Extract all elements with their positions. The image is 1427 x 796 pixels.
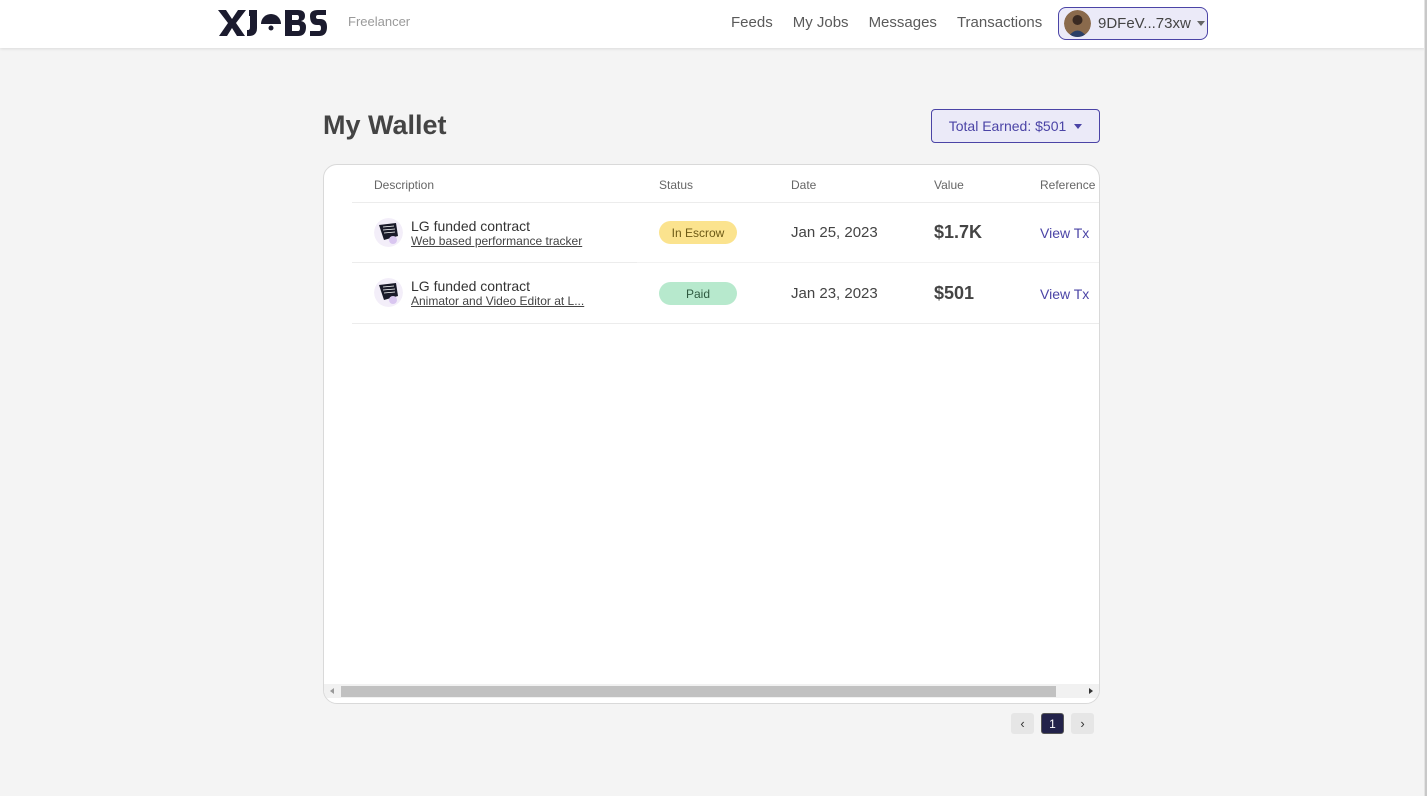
column-header-reference: Reference: [1040, 178, 1096, 192]
nav-feeds[interactable]: Feeds: [731, 14, 773, 31]
nav-my-jobs[interactable]: My Jobs: [793, 14, 849, 31]
row-divider: [352, 323, 1099, 324]
wallet-transactions-table: Description Status Date Value Reference …: [323, 164, 1100, 704]
view-tx-link[interactable]: View Tx: [1040, 225, 1089, 241]
main-nav: Feeds My Jobs Messages Transactions: [731, 14, 1062, 31]
transaction-value: $501: [934, 283, 975, 303]
chevron-down-icon: [1196, 21, 1205, 26]
next-page-button[interactable]: ›: [1071, 713, 1094, 734]
transaction-value: $1.7K: [934, 222, 983, 242]
total-earned-label: Total Earned: $501: [948, 118, 1067, 134]
page-number-button[interactable]: 1: [1041, 713, 1064, 734]
scrollbar-thumb[interactable]: [341, 686, 1056, 697]
transaction-date: Jan 25, 2023: [791, 224, 878, 241]
column-header-status: Status: [659, 178, 694, 192]
contract-thumbnail: [374, 218, 403, 247]
previous-page-button[interactable]: ‹: [1011, 713, 1034, 734]
brand-subtitle: Freelancer: [348, 14, 411, 29]
user-avatar: [1064, 10, 1091, 37]
xjobs-logo-mark: [218, 10, 327, 36]
account-menu-button[interactable]: 9DFeV...73xw: [1058, 7, 1208, 40]
contract-title: LG funded contract: [411, 218, 531, 234]
chevron-down-icon: [1074, 123, 1083, 129]
table-row[interactable]: LG funded contract Web based performance…: [324, 203, 1099, 263]
top-navigation-bar: Freelancer Feeds My Jobs Messages Transa…: [0, 0, 1425, 48]
job-link[interactable]: Web based performance tracker: [411, 234, 582, 248]
pagination: ‹ 1 ›: [1011, 713, 1101, 734]
scroll-left-icon[interactable]: [330, 688, 334, 694]
xjobs-logo[interactable]: Freelancer: [216, 4, 410, 38]
account-address: 9DFeV...73xw: [1098, 15, 1191, 32]
page-title: My Wallet: [323, 110, 447, 140]
status-badge: Paid: [659, 282, 737, 305]
nav-transactions[interactable]: Transactions: [957, 14, 1042, 31]
transaction-date: Jan 23, 2023: [791, 285, 878, 302]
table-horizontal-scrollbar[interactable]: [324, 684, 1099, 698]
column-header-date: Date: [791, 178, 817, 192]
column-header-value: Value: [934, 178, 964, 192]
job-link[interactable]: Animator and Video Editor at L...: [411, 294, 584, 308]
view-tx-link[interactable]: View Tx: [1040, 286, 1089, 302]
nav-messages[interactable]: Messages: [869, 14, 937, 31]
total-earned-dropdown[interactable]: Total Earned: $501: [931, 109, 1100, 143]
contract-title: LG funded contract: [411, 278, 531, 294]
status-badge: In Escrow: [659, 221, 737, 244]
contract-thumbnail: [374, 278, 403, 307]
scroll-right-icon[interactable]: [1089, 688, 1093, 694]
column-header-description: Description: [374, 178, 435, 192]
table-row[interactable]: LG funded contract Animator and Video Ed…: [324, 263, 1099, 323]
